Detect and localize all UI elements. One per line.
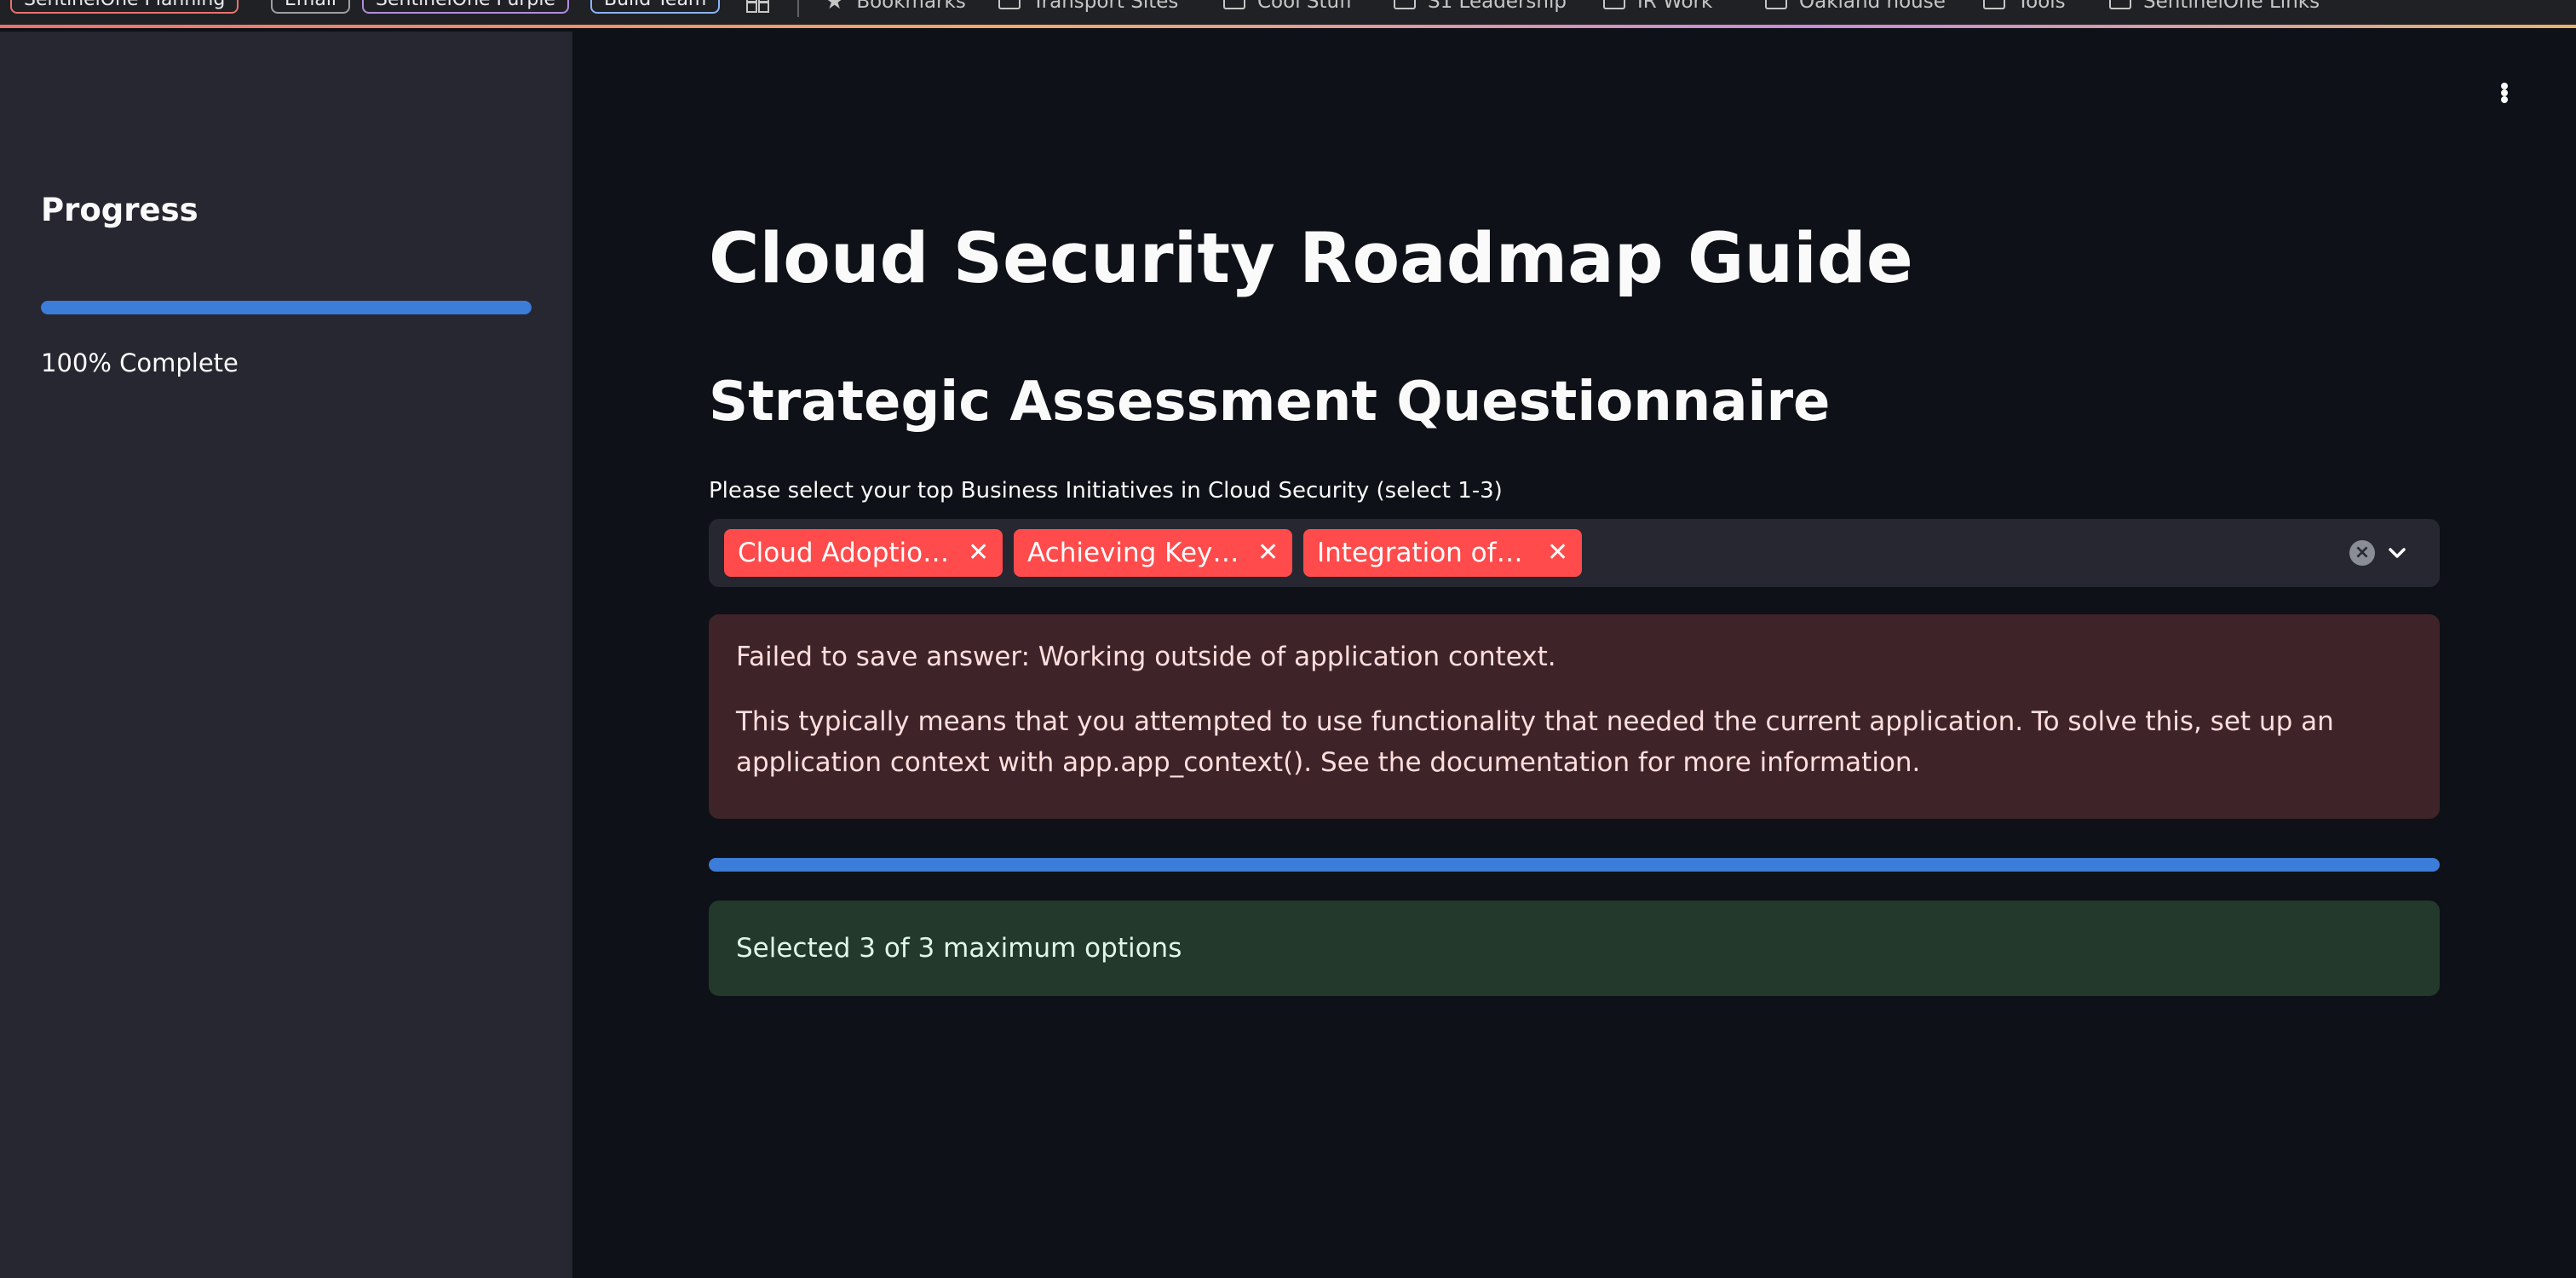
bookmark-folder-s1-leadership[interactable]: S1 Leadership xyxy=(1394,0,1567,14)
bookmark-folder-sentinelone-links[interactable]: SentinelOne Links xyxy=(2109,0,2320,14)
success-alert: Selected 3 of 3 maximum options xyxy=(709,901,2440,996)
error-message-title: Failed to save answer: Working outside o… xyxy=(736,642,1556,672)
selected-tag-label: Cloud Adoption … xyxy=(738,538,951,568)
main-content: Cloud Security Roadmap Guide Strategic A… xyxy=(572,32,2576,1278)
selected-tag[interactable]: Achieving Key B… ✕ xyxy=(1014,529,1293,577)
remove-tag-icon[interactable]: ✕ xyxy=(1257,540,1279,566)
sidebar-progress-fill xyxy=(41,301,532,314)
bookmark-group-sentinelone-planning[interactable]: SentinelOne Planning xyxy=(10,0,239,14)
page-title: Cloud Security Roadmap Guide xyxy=(709,219,1913,299)
error-alert: Failed to save answer: Working outside o… xyxy=(709,614,2440,819)
tab-groups-icon[interactable] xyxy=(746,0,770,13)
bookmark-folder-transport-sites[interactable]: Transport Sites xyxy=(998,0,1178,14)
main-progress-fill xyxy=(709,858,2440,872)
folder-icon xyxy=(998,0,1021,9)
folder-icon xyxy=(1765,0,1787,9)
chevron-down-icon[interactable] xyxy=(2383,539,2411,567)
bookmarks-divider xyxy=(797,0,799,17)
star-icon: ★ xyxy=(825,0,845,14)
sidebar-title: Progress xyxy=(41,192,198,228)
bookmarks-bar-accent-line xyxy=(0,25,2576,28)
remove-tag-icon[interactable]: ✕ xyxy=(968,540,989,566)
folder-icon xyxy=(1394,0,1416,9)
error-message-detail: This typically means that you attempted … xyxy=(736,706,2334,778)
folder-icon xyxy=(1223,0,1245,9)
sidebar: Progress 100% Complete xyxy=(0,32,572,1278)
bookmarks-bar: SentinelOne Planning Email SentinelOne P… xyxy=(0,0,2576,28)
folder-icon xyxy=(1983,0,2005,9)
bookmark-bookmarks[interactable]: ★ Bookmarks xyxy=(825,0,966,14)
sidebar-progress-text: 100% Complete xyxy=(41,348,239,377)
sidebar-progress-bar xyxy=(41,301,532,314)
business-initiatives-multiselect[interactable]: Cloud Adoption … ✕ Achieving Key B… ✕ In… xyxy=(709,519,2440,587)
bookmark-folder-oakland-house[interactable]: Oakland house xyxy=(1765,0,1946,14)
bookmark-group-build-team[interactable]: Build Team xyxy=(590,0,721,14)
bookmark-folder-tools[interactable]: Tools xyxy=(1983,0,2066,14)
folder-icon xyxy=(2109,0,2131,9)
clear-all-icon[interactable]: × xyxy=(2349,540,2375,566)
selected-tag[interactable]: Cloud Adoption … ✕ xyxy=(724,529,1003,577)
folder-icon xyxy=(1603,0,1625,9)
bookmark-group-sentinelone-purple[interactable]: SentinelOne Purple xyxy=(362,0,570,14)
section-title: Strategic Assessment Questionnaire xyxy=(709,371,1831,434)
question-label: Please select your top Business Initiati… xyxy=(709,478,1503,504)
selected-tag[interactable]: Integration of Cl… ✕ xyxy=(1303,529,1583,577)
kebab-menu-icon[interactable] xyxy=(2491,76,2518,110)
bookmark-folder-cool-stuff[interactable]: Cool Stuff xyxy=(1223,0,1353,14)
bookmark-group-email[interactable]: Email xyxy=(271,0,351,14)
remove-tag-icon[interactable]: ✕ xyxy=(1547,540,1568,566)
selected-tag-label: Integration of Cl… xyxy=(1317,538,1530,568)
bookmark-folder-ir-work[interactable]: IR Work xyxy=(1603,0,1712,14)
main-progress-bar xyxy=(709,858,2440,872)
selected-tag-label: Achieving Key B… xyxy=(1027,538,1240,568)
